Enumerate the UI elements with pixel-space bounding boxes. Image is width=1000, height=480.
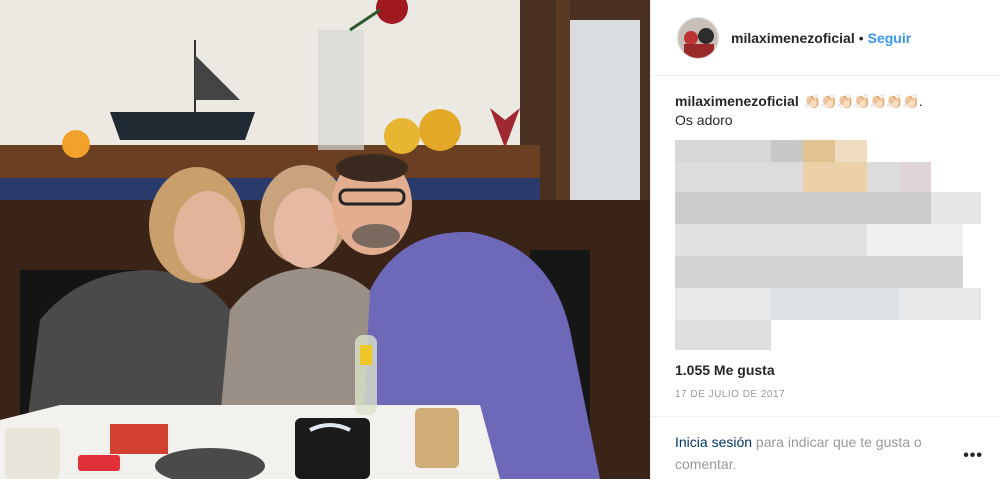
post-side-panel: milaximenezoficial • Seguir milaximenezofi…	[650, 0, 1000, 479]
vase	[318, 30, 364, 150]
avatar-image	[678, 17, 718, 58]
ellipsis-icon[interactable]: •••	[963, 447, 983, 465]
header-text: milaximenezoficial • Seguir	[731, 30, 911, 46]
model-boat	[110, 112, 255, 140]
clapping-emoji: 👏🏻👏🏻👏🏻👏🏻👏🏻👏🏻👏🏻.	[803, 93, 923, 109]
author-username[interactable]: milaximenezoficial	[731, 30, 855, 46]
person-middle-face	[274, 188, 338, 268]
instagram-post: milaximenezoficial • Seguir milaximenezofi…	[0, 0, 1000, 479]
author-avatar[interactable]	[677, 16, 719, 59]
post-caption: milaximenezoficial 👏🏻👏🏻👏🏻👏🏻👏🏻👏🏻👏🏻. Os ado…	[675, 92, 981, 130]
follow-button[interactable]: Seguir	[868, 30, 912, 46]
caption-username[interactable]: milaximenezoficial	[675, 93, 799, 109]
lemon-fruit	[384, 118, 420, 154]
likes-count[interactable]: 1.055 Me gusta	[675, 362, 775, 378]
lighter	[78, 455, 120, 471]
post-header: milaximenezoficial • Seguir	[651, 0, 1000, 76]
squash	[419, 109, 461, 151]
photo-illustration	[0, 0, 650, 479]
glass-right	[415, 408, 459, 468]
post-footer: Inicia sesión para indicar que te gusta …	[651, 416, 1000, 480]
menu-card	[295, 418, 370, 479]
caption-text: Os adoro	[675, 112, 733, 128]
orange-fruit	[62, 130, 90, 158]
glass-left	[5, 428, 60, 479]
post-date: 17 DE JULIO DE 2017	[675, 389, 786, 400]
cigarette-pack	[110, 424, 168, 454]
login-link[interactable]: Inicia sesión	[675, 434, 752, 450]
person-left-face	[174, 191, 242, 279]
blurred-comments	[675, 140, 981, 354]
post-photo[interactable]	[0, 0, 650, 479]
login-prompt: Inicia sesión para indicar que te gusta …	[675, 431, 965, 475]
separator-dot: •	[858, 29, 864, 46]
